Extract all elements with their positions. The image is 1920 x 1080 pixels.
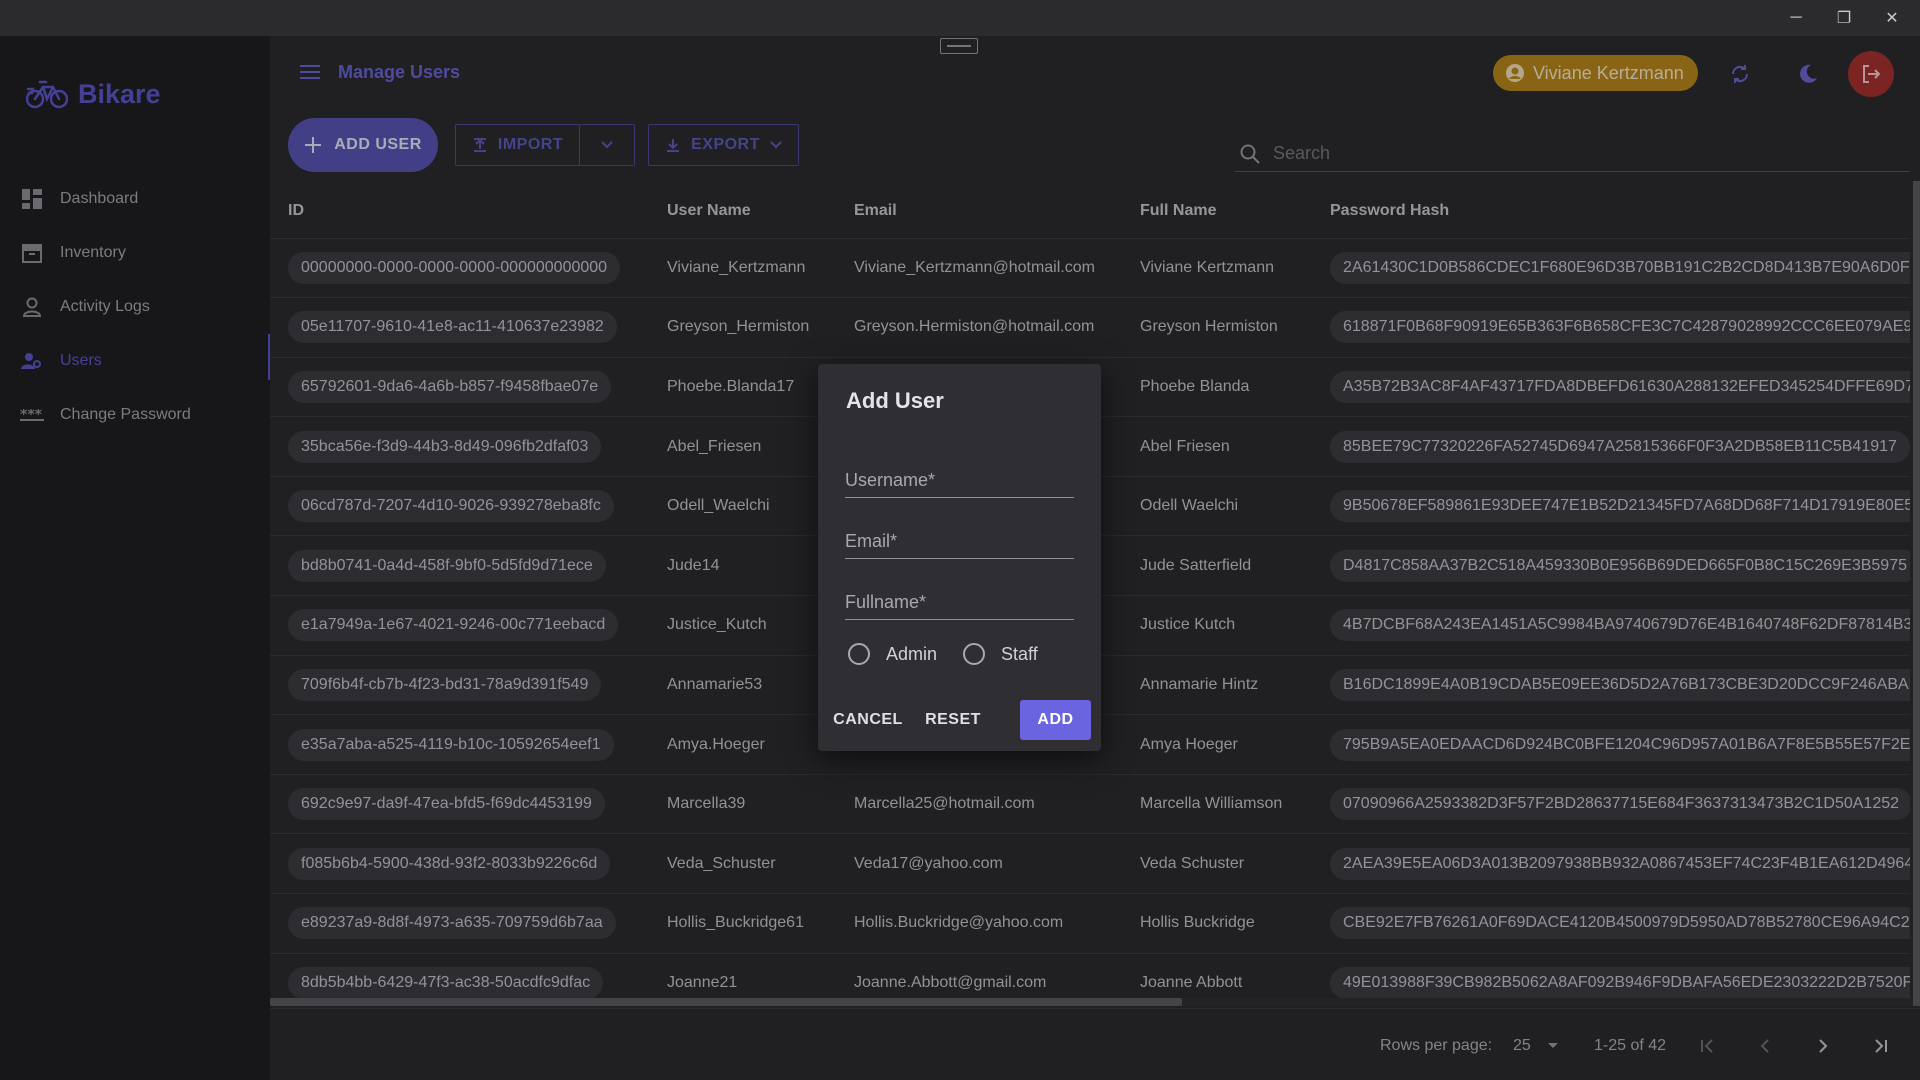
add-user-dialog: Add User Admin Staff CANCEL RESET ADD <box>818 364 1101 751</box>
staff-radio[interactable] <box>963 643 986 665</box>
add-button[interactable]: ADD <box>1020 700 1091 740</box>
reset-button[interactable]: RESET <box>918 700 988 740</box>
email-field <box>845 525 1074 559</box>
staff-radio-label[interactable]: Staff <box>1001 644 1038 665</box>
admin-radio-label[interactable]: Admin <box>886 644 937 665</box>
admin-radio[interactable] <box>848 643 870 665</box>
minimize-button[interactable]: ─ <box>1772 0 1820 36</box>
window-titlebar: ─ ❐ ✕ <box>0 0 1920 36</box>
restore-button[interactable]: ❐ <box>1820 0 1868 36</box>
dialog-title: Add User <box>846 388 944 413</box>
cancel-button[interactable]: CANCEL <box>828 700 908 740</box>
fullname-field <box>845 586 1074 620</box>
email-input[interactable] <box>845 525 1074 558</box>
username-input[interactable] <box>845 464 1074 497</box>
role-radio-group: Admin Staff <box>848 643 1064 665</box>
username-field <box>845 464 1074 498</box>
close-window-button[interactable]: ✕ <box>1868 0 1916 36</box>
fullname-input[interactable] <box>845 586 1074 619</box>
